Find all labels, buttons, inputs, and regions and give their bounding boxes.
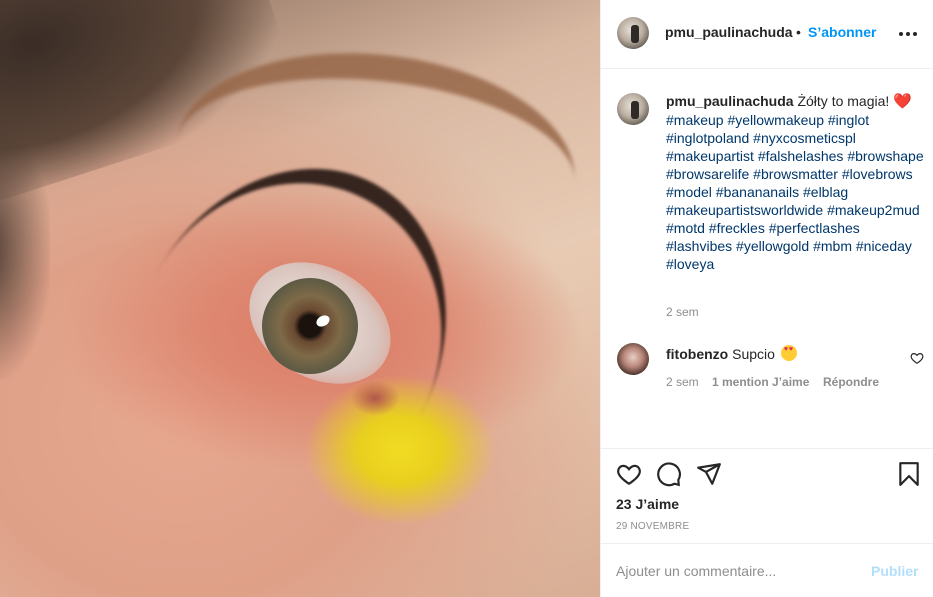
post-date[interactable]: 29 NOVEMBRE: [616, 521, 689, 532]
comment-username[interactable]: fitobenzo: [666, 346, 728, 362]
caption-hashtags[interactable]: #makeup #yellowmakeup #inglot #inglotpol…: [666, 112, 924, 272]
caption-time[interactable]: 2 sem: [666, 305, 699, 319]
commenter-avatar[interactable]: [617, 343, 649, 375]
caption-body: Żółty to magia!: [797, 93, 894, 109]
caption-username[interactable]: pmu_paulinachuda: [666, 93, 794, 109]
comment-reply-button[interactable]: Répondre: [823, 375, 879, 389]
owner-avatar[interactable]: [617, 17, 649, 49]
post-actions: 23 J’aime 29 NOVEMBRE: [601, 448, 933, 543]
post-sidebar: pmu_paulinachuda • S’abonner pmu_paulina…: [600, 0, 933, 597]
owner-username[interactable]: pmu_paulinachuda: [665, 24, 793, 40]
comment-input[interactable]: [616, 560, 846, 582]
post-photo[interactable]: [0, 0, 600, 597]
heart-eyes-emoji: [780, 345, 797, 361]
more-options-icon[interactable]: [895, 16, 925, 50]
caption-avatar[interactable]: [617, 93, 649, 125]
comment-icon[interactable]: [656, 461, 682, 487]
comment-time[interactable]: 2 sem: [666, 375, 699, 389]
heart-emoji: ❤️: [893, 93, 912, 110]
like-icon[interactable]: [616, 461, 642, 487]
photo-iris: [262, 278, 358, 374]
comment-likes[interactable]: 1 mention J’aime: [712, 375, 809, 389]
photo-hair-left: [0, 120, 50, 380]
comment-like-icon[interactable]: [910, 351, 924, 365]
follow-button[interactable]: S’abonner: [808, 24, 876, 40]
comment-text: fitobenzo Supcio: [666, 343, 797, 362]
share-icon[interactable]: [696, 461, 722, 487]
photo-tearline: [350, 380, 400, 416]
post-header: pmu_paulinachuda • S’abonner: [601, 0, 933, 69]
likes-count[interactable]: 23 J’aime: [616, 496, 679, 512]
publish-button[interactable]: Publier: [871, 563, 918, 579]
add-comment-bar: Publier: [601, 543, 933, 597]
header-separator: •: [796, 24, 801, 40]
save-bookmark-icon[interactable]: [896, 461, 922, 487]
comment-body: Supcio: [732, 346, 775, 362]
caption-text: pmu_paulinachuda Żółty to magia! ❤️ #mak…: [666, 92, 926, 273]
